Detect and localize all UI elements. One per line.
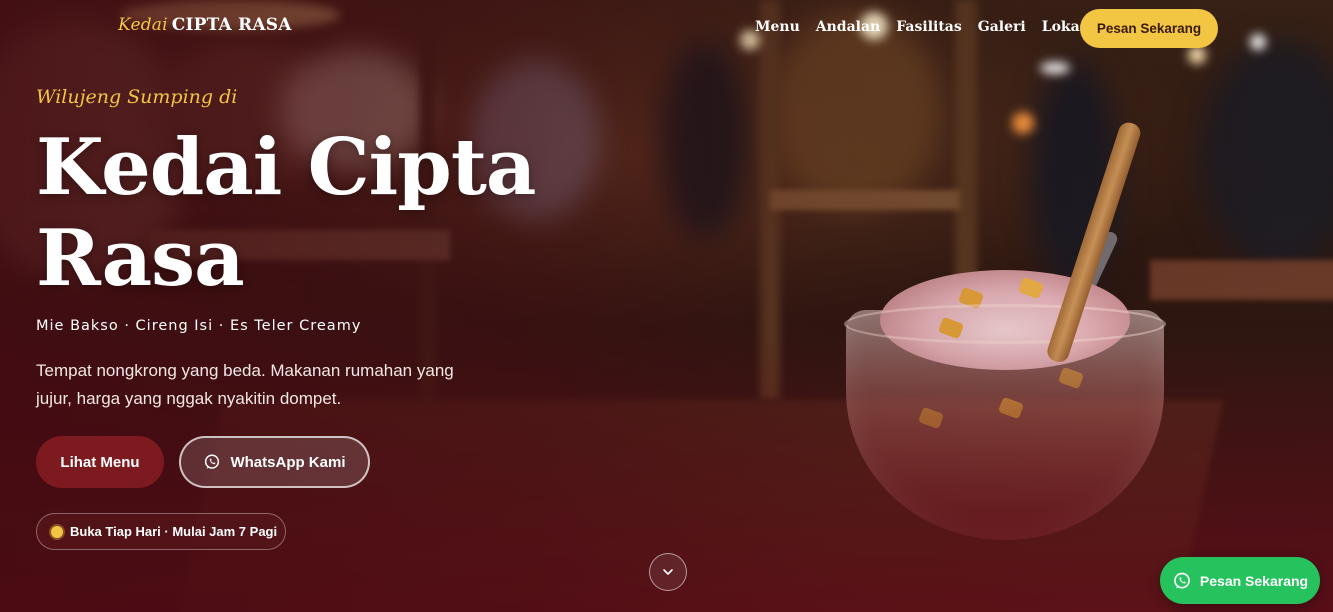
- view-menu-button[interactable]: Lihat Menu: [36, 436, 164, 488]
- site-logo[interactable]: Kedai CIPTA RASA: [118, 15, 292, 35]
- order-now-button[interactable]: Pesan Sekarang: [1080, 9, 1218, 48]
- view-menu-label: Lihat Menu: [60, 453, 140, 471]
- logo-script-text: Kedai: [118, 15, 168, 35]
- whatsapp-icon: [1173, 572, 1190, 588]
- site-header: Kedai CIPTA RASA Menu Andalan Fasilitas G…: [0, 0, 1333, 58]
- hero-eyebrow: Wilujeng Sumping di: [36, 86, 238, 108]
- nav-item-andalan[interactable]: Andalan: [816, 19, 880, 35]
- hero-subtitle: Mie Bakso · Cireng Isi · Es Teler Creamy: [36, 318, 362, 334]
- hero-title-line-1: Kedai Cipta: [36, 122, 536, 213]
- nav-item-galeri[interactable]: Galeri: [978, 19, 1026, 35]
- opening-hours-badge: Buka Tiap Hari · Mulai Jam 7 Pagi: [36, 513, 286, 550]
- chevron-down-icon: [663, 569, 673, 575]
- status-dot-icon: [51, 525, 63, 538]
- floating-whatsapp-label: Pesan Sekarang: [1199, 572, 1309, 589]
- scroll-down-button[interactable]: [649, 553, 687, 591]
- floating-whatsapp-button[interactable]: Pesan Sekarang: [1160, 557, 1320, 604]
- nav-item-fasilitas[interactable]: Fasilitas: [896, 19, 962, 35]
- main-nav: Menu Andalan Fasilitas Galeri Lokasi: [755, 19, 1093, 35]
- opening-hours-text: Buka Tiap Hari · Mulai Jam 7 Pagi: [70, 524, 278, 539]
- hero-title-line-2: Rasa: [36, 213, 245, 304]
- whatsapp-button[interactable]: WhatsApp Kami: [179, 436, 370, 488]
- hero-title: Kedai Cipta Rasa: [36, 122, 596, 304]
- whatsapp-icon: [205, 454, 220, 469]
- whatsapp-button-label: WhatsApp Kami: [230, 453, 346, 471]
- logo-brand-text: CIPTA RASA: [171, 15, 292, 35]
- hero-description: Tempat nongkrong yang beda. Makanan ruma…: [36, 361, 454, 408]
- nav-item-menu[interactable]: Menu: [755, 19, 800, 35]
